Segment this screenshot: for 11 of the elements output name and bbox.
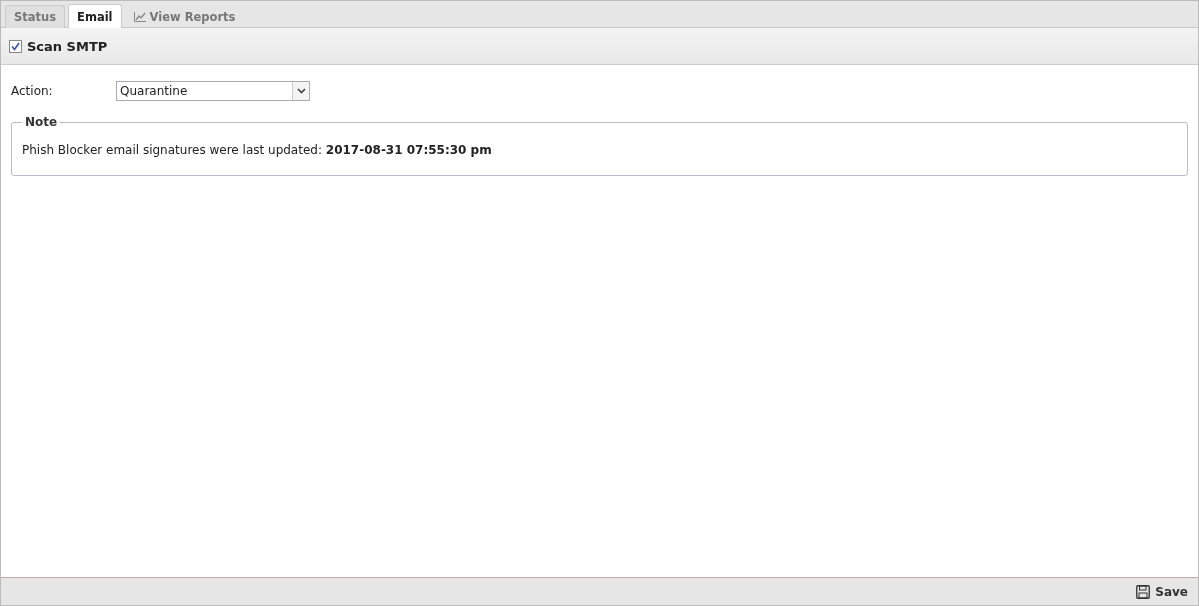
save-icon bbox=[1136, 584, 1151, 599]
tab[interactable]: View Reports bbox=[124, 5, 245, 28]
scan-smtp-label: Scan SMTP bbox=[27, 38, 108, 54]
note-title: Note bbox=[24, 115, 59, 129]
checkbox[interactable] bbox=[9, 39, 22, 53]
action-dropdown[interactable]: Quarantine bbox=[116, 81, 310, 101]
tab[interactable]: Email bbox=[68, 4, 122, 28]
save-button[interactable]: Save bbox=[1136, 582, 1188, 601]
line-chart-icon bbox=[133, 12, 146, 22]
note-text: Phish Blocker email signatures were last updated: 2017-08-31 07:55:30 pm bbox=[22, 143, 493, 157]
action-label: Action: bbox=[11, 84, 54, 98]
